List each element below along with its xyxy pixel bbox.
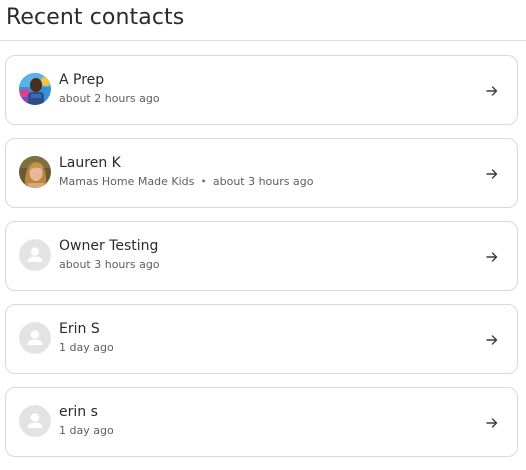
contact-meta: about 3 hours ago [59, 257, 477, 272]
contact-card[interactable]: Erin S 1 day ago [5, 304, 518, 374]
arrow-right-icon[interactable] [485, 84, 499, 98]
contact-meta: 1 day ago [59, 340, 477, 355]
contact-name: Erin S [59, 321, 100, 337]
contact-card[interactable]: A Prep about 2 hours ago [5, 55, 518, 125]
contact-name: erin s [59, 404, 98, 420]
contact-meta: about 2 hours ago [59, 91, 477, 106]
contact-card[interactable]: erin s 1 day ago [5, 387, 518, 457]
arrow-right-icon[interactable] [485, 416, 499, 430]
contact-name: Owner Testing [59, 238, 159, 254]
contact-name: A Prep [59, 72, 105, 88]
contact-avatar-photo [19, 156, 51, 188]
contact-company: Mamas Home Made Kids [59, 175, 195, 188]
arrow-right-icon[interactable] [485, 333, 499, 347]
contact-time: 1 day ago [59, 341, 114, 354]
meta-separator: • [200, 175, 207, 188]
default-user-icon [19, 322, 51, 354]
contact-meta: 1 day ago [59, 423, 477, 438]
arrow-right-icon[interactable] [485, 167, 499, 181]
contact-time: about 2 hours ago [59, 92, 160, 105]
contact-time: about 3 hours ago [212, 175, 314, 188]
contact-meta: Mamas Home Made Kids • about 3 hours ago [59, 174, 477, 189]
arrow-right-icon[interactable] [485, 250, 499, 264]
contact-time: about 3 hours ago [59, 258, 160, 271]
contact-name: Lauren K [59, 155, 121, 171]
contact-card[interactable]: Owner Testing about 3 hours ago [5, 221, 518, 291]
default-user-icon [19, 239, 51, 271]
page-title: Recent contacts [6, 5, 185, 30]
default-user-icon [19, 405, 51, 437]
page-header: Recent contacts [0, 0, 526, 41]
contact-card[interactable]: Lauren K Mamas Home Made Kids • about 3 ho… [5, 138, 518, 208]
contact-avatar-photo [19, 73, 51, 105]
recent-contacts-list: A Prep about 2 hours ago Lauren K Mamas … [5, 55, 518, 470]
contact-time: 1 day ago [59, 424, 114, 437]
